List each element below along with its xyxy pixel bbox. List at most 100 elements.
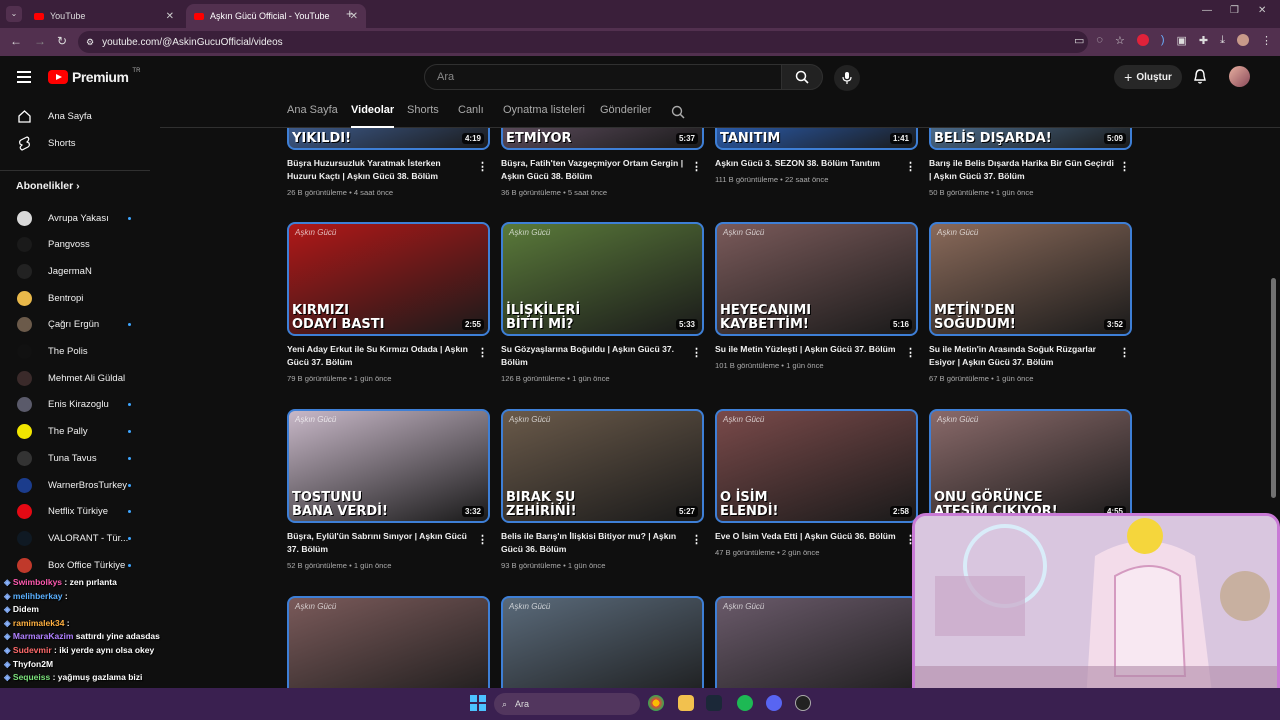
chrome-icon[interactable]	[648, 695, 664, 711]
more-actions-icon[interactable]: ⋮	[477, 346, 488, 359]
video-card[interactable]: Aşkın Gücü O İSİM ELENDİ! 2:58 Eve O İsim V…	[715, 409, 918, 557]
channel-search-icon[interactable]	[671, 105, 685, 119]
tab-live[interactable]: Canlı	[458, 104, 484, 116]
extension-shield-icon[interactable]: ▣	[1177, 34, 1187, 47]
obs-icon[interactable]	[795, 695, 811, 711]
video-card[interactable]: BELİS DIŞARDA! 5:09 Barış ile Belis Dışard…	[929, 128, 1132, 197]
browser-tab-askin-gucu[interactable]: Aşkın Gücü Official - YouTube ✕	[186, 4, 366, 28]
notifications-bell-icon[interactable]	[1192, 68, 1208, 85]
video-title[interactable]: Büşra, Fatih'ten Vazgeçmiyor Ortam Gergi…	[501, 157, 704, 183]
video-card[interactable]: Aşkın Gücü METİN'DEN SOĞUDUM! 3:52 Su ile M…	[929, 222, 1132, 383]
discord-icon[interactable]	[766, 695, 782, 711]
video-card[interactable]: Aşkın Gücü BIRAK ŞU ZEHİRİNİ! 5:27 Belis il…	[501, 409, 704, 570]
video-thumbnail[interactable]: Aşkın Gücü HEYECANIMI KAYBETTİM! 5:16	[715, 222, 918, 336]
tab-shorts[interactable]: Shorts	[407, 104, 439, 116]
restore-icon[interactable]: ❐	[1230, 5, 1239, 16]
more-actions-icon[interactable]: ⋮	[691, 160, 702, 173]
sidebar-item-subscription[interactable]: Çağrı Ergün	[0, 312, 150, 338]
tab-search-button[interactable]: ⌄	[6, 6, 22, 22]
more-actions-icon[interactable]: ⋮	[477, 533, 488, 546]
hamburger-menu-icon[interactable]	[17, 71, 31, 83]
voice-search-button[interactable]	[834, 65, 860, 91]
video-thumbnail[interactable]: ETMİYOR 5:37	[501, 128, 704, 150]
search-input[interactable]: Ara	[424, 64, 782, 90]
video-thumbnail[interactable]: TANITIM 1:41	[715, 128, 918, 150]
minimize-icon[interactable]: —	[1202, 5, 1212, 16]
tab-home[interactable]: Ana Sayfa	[287, 104, 338, 116]
youtube-premium-logo[interactable]: Premium TR	[48, 68, 140, 85]
video-title[interactable]: Büşra Huzursuzluk Yaratmak İsterken Huzu…	[287, 157, 490, 183]
more-actions-icon[interactable]: ⋮	[1119, 346, 1130, 359]
video-card[interactable]: Aşkın Gücü TOSTUNU BANA VERDİ! 3:32 Büşra, …	[287, 409, 490, 570]
account-avatar[interactable]	[1229, 66, 1250, 87]
close-window-icon[interactable]: ✕	[1258, 5, 1266, 16]
site-info-icon[interactable]: ⚙	[86, 37, 94, 48]
video-card[interactable]: TANITIM 1:41 Aşkın Gücü 3. SEZON 38. Bölüm…	[715, 128, 918, 184]
sidebar-item-subscription[interactable]: VALORANT - Tür...	[0, 525, 150, 551]
video-card[interactable]: Aşkın Gücü37. BÖLÜM	[287, 596, 490, 688]
tab-posts[interactable]: Gönderiler	[600, 104, 651, 116]
video-title[interactable]: Su ile Metin'in Arasında Soğuk Rüzgarlar…	[929, 343, 1132, 369]
video-card[interactable]: Aşkın GücüYETER ARTIK	[501, 596, 704, 688]
reload-icon[interactable]: ↻	[57, 34, 67, 48]
sidebar-item-subscription[interactable]: Bentropi	[0, 285, 150, 311]
video-title[interactable]: Eve O İsim Veda Etti | Aşkın Gücü 36. Bö…	[715, 530, 918, 543]
video-thumbnail[interactable]: Aşkın GücüKAPA	[715, 596, 918, 688]
more-actions-icon[interactable]: ⋮	[905, 346, 916, 359]
more-actions-icon[interactable]: ⋮	[477, 160, 488, 173]
video-title[interactable]: Su Gözyaşlarına Boğuldu | Aşkın Gücü 37.…	[501, 343, 704, 369]
subscriptions-header[interactable]: Abonelikler ›	[16, 180, 80, 192]
spotify-icon[interactable]	[737, 695, 753, 711]
more-actions-icon[interactable]: ⋮	[905, 160, 916, 173]
sidebar-item-subscription[interactable]: Tuna Tavus	[0, 445, 150, 471]
search-button[interactable]	[781, 64, 823, 90]
windows-start-icon[interactable]	[470, 695, 486, 711]
file-explorer-icon[interactable]	[678, 695, 694, 711]
video-thumbnail[interactable]: BELİS DIŞARDA! 5:09	[929, 128, 1132, 150]
sidebar-item-subscription[interactable]: The Polis	[0, 339, 150, 365]
browser-tab-youtube[interactable]: YouTube ✕	[26, 4, 182, 28]
more-actions-icon[interactable]: ⋮	[1119, 160, 1130, 173]
steam-icon[interactable]	[706, 695, 722, 711]
forward-icon[interactable]: →	[34, 34, 46, 48]
video-title[interactable]: Su ile Metin Yüzleşti | Aşkın Gücü 37. B…	[715, 343, 918, 356]
cast-icon[interactable]: ▭	[1074, 34, 1084, 47]
video-card[interactable]: Aşkın Gücü İLİŞKİLERİ BİTTİ Mİ? 5:33 Su Göz…	[501, 222, 704, 383]
sidebar-item-subscription[interactable]: Avrupa Yakası	[0, 205, 150, 231]
video-card[interactable]: ETMİYOR 5:37 Büşra, Fatih'ten Vazgeçmiyor …	[501, 128, 704, 197]
video-card[interactable]: YIKILDI! 4:19 Büşra Huzursuzluk Yaratmak İ…	[287, 128, 490, 197]
menu-icon[interactable]: ⋮	[1261, 34, 1272, 47]
sidebar-item-subscription[interactable]: Pangvoss	[0, 232, 150, 258]
close-tab-icon[interactable]: ✕	[166, 11, 174, 22]
taskbar-search-input[interactable]: ⌕ Ara	[494, 693, 640, 715]
eye-off-icon[interactable]: ◌	[1096, 34, 1103, 47]
video-thumbnail[interactable]: Aşkın Gücü İLİŞKİLERİ BİTTİ Mİ? 5:33	[501, 222, 704, 336]
video-thumbnail[interactable]: Aşkın GücüYETER ARTIK	[501, 596, 704, 688]
profile-avatar[interactable]	[1237, 34, 1249, 46]
address-bar[interactable]: ⚙ youtube.com/@AskinGucuOfficial/videos	[78, 31, 1088, 53]
sidebar-item-subscription[interactable]: The Pally	[0, 419, 150, 445]
create-button[interactable]: + Oluştur	[1114, 65, 1182, 89]
video-thumbnail[interactable]: YIKILDI! 4:19	[287, 128, 490, 150]
video-title[interactable]: Yeni Aday Erkut ile Su Kırmızı Odada | A…	[287, 343, 490, 369]
extension-red-icon[interactable]	[1136, 34, 1149, 46]
sidebar-item-shorts[interactable]: Shorts	[0, 130, 150, 156]
video-title[interactable]: Aşkın Gücü 3. SEZON 38. Bölüm Tanıtım	[715, 157, 918, 170]
more-actions-icon[interactable]: ⋮	[691, 346, 702, 359]
download-icon[interactable]: ⤓	[1220, 34, 1225, 47]
video-title[interactable]: Büşra, Eylül'ün Sabrını Sınıyor | Aşkın …	[287, 530, 490, 556]
video-thumbnail[interactable]: Aşkın Gücü KIRMIZI ODAYI BASTI 2:55	[287, 222, 490, 336]
video-card[interactable]: Aşkın Gücü HEYECANIMI KAYBETTİM! 5:16 Su il…	[715, 222, 918, 370]
sidebar-item-subscription[interactable]: Enis Kirazoglu	[0, 392, 150, 418]
video-thumbnail[interactable]: Aşkın Gücü37. BÖLÜM	[287, 596, 490, 688]
sidebar-item-subscription[interactable]: JagermaN	[0, 258, 150, 284]
video-title[interactable]: Belis ile Barış'ın İlişkisi Bitiyor mu? …	[501, 530, 704, 556]
video-title[interactable]: Barış ile Belis Dışarda Harika Bir Gün G…	[929, 157, 1132, 183]
new-tab-button[interactable]: +	[346, 6, 354, 21]
back-icon[interactable]: ←	[10, 34, 22, 48]
bookmark-star-icon[interactable]: ☆	[1115, 34, 1125, 47]
sidebar-item-subscription[interactable]: Mehmet Ali Güldal	[0, 365, 150, 391]
sidebar-item-home[interactable]: Ana Sayfa	[0, 103, 150, 129]
video-card[interactable]: Aşkın GücüKAPA	[715, 596, 918, 688]
video-thumbnail[interactable]: Aşkın Gücü ONU GÖRÜNCE ATEŞİM ÇIKIYOR! 4:5…	[929, 409, 1132, 523]
